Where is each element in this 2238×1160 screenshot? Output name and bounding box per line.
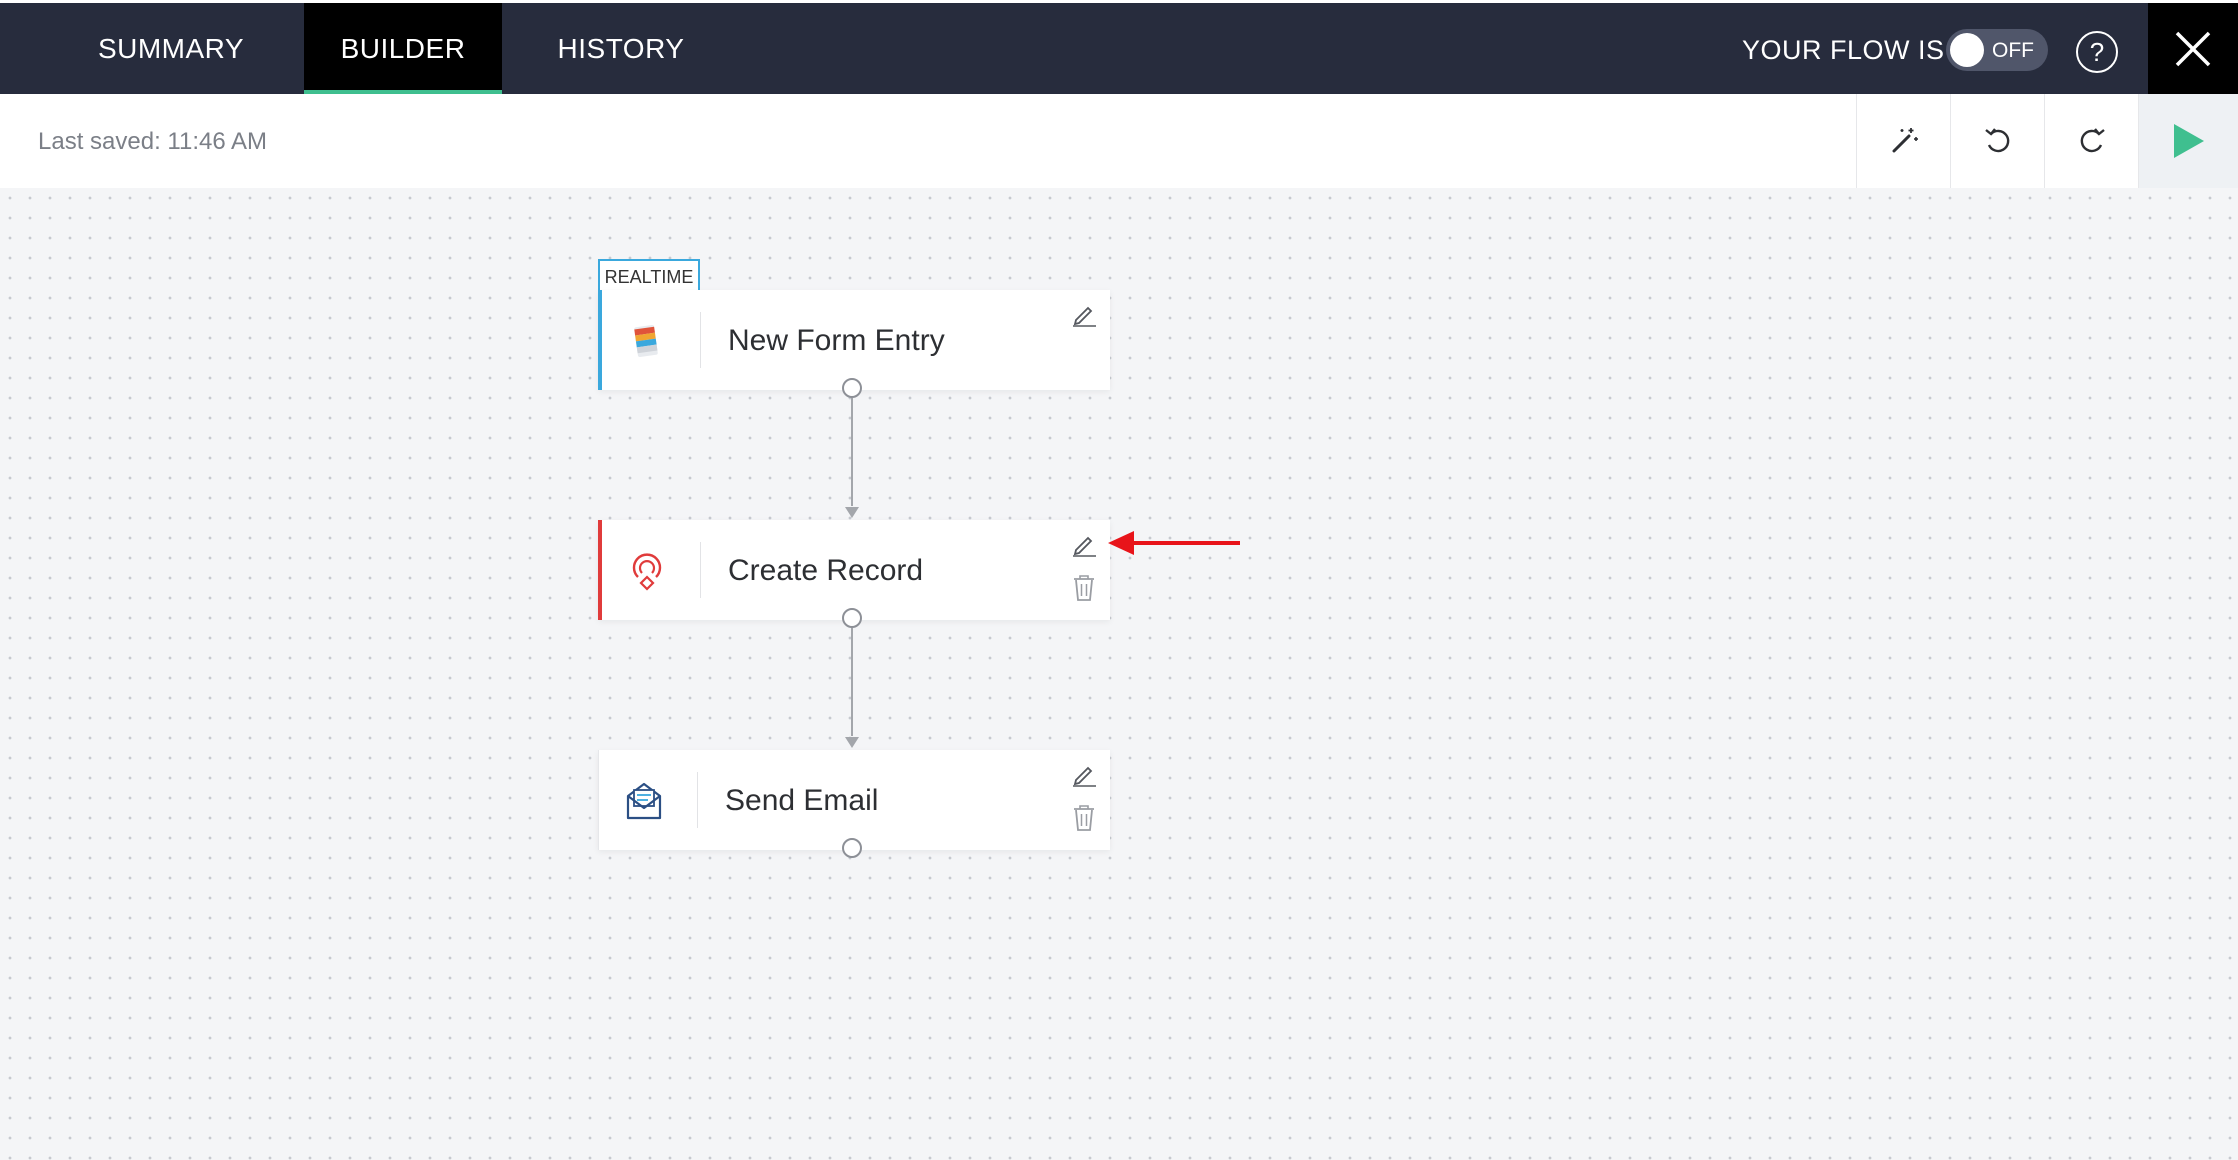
builder-toolbar: Last saved: 11:46 AM [0, 94, 2238, 188]
last-saved-text: Last saved: 11:46 AM [38, 128, 268, 155]
toggle-knob [1950, 33, 1984, 67]
delete-button[interactable] [1068, 572, 1100, 604]
node-send-email[interactable]: Send Email [598, 750, 1110, 850]
pencil-icon [1073, 766, 1096, 787]
connector-line [851, 398, 853, 506]
magic-wand-icon [1892, 128, 1918, 153]
node-divider [697, 772, 698, 828]
top-nav-bar: SUMMARY BUILDER HISTORY YOUR FLOW IS OFF… [0, 0, 2238, 94]
node-new-form-entry[interactable]: New Form Entry [598, 290, 1110, 390]
edit-button[interactable] [1068, 758, 1100, 790]
create-record-icon [624, 548, 670, 594]
node-label: Send Email [725, 784, 879, 817]
connector-arrowhead [845, 507, 859, 518]
undo-button[interactable] [1950, 94, 2044, 188]
output-port[interactable] [842, 378, 862, 398]
redo-button[interactable] [2044, 94, 2138, 188]
flow-status-label: YOUR FLOW IS [1742, 35, 1945, 65]
node-divider [700, 542, 701, 598]
delete-button[interactable] [1068, 802, 1100, 834]
output-port[interactable] [842, 608, 862, 628]
edit-button[interactable] [1068, 298, 1100, 330]
node-divider [700, 312, 701, 368]
connector-line [851, 628, 853, 736]
close-icon [2175, 31, 2211, 66]
trash-icon [1074, 805, 1094, 831]
form-app-icon [624, 318, 670, 364]
tab-history[interactable]: HISTORY [522, 3, 720, 94]
magic-wand-button[interactable] [1856, 94, 1950, 188]
help-button[interactable]: ? [2076, 31, 2118, 73]
node-label: Create Record [728, 554, 924, 587]
flow-canvas[interactable] [0, 188, 2238, 1160]
email-icon [621, 778, 667, 824]
flow-toggle[interactable]: OFF [1946, 29, 2048, 71]
toggle-state-text: OFF [1992, 39, 2034, 62]
run-flow-button[interactable] [2138, 94, 2238, 188]
node-label: New Form Entry [728, 324, 945, 357]
annotation-arrow-icon [1108, 531, 1240, 555]
trash-icon [1074, 575, 1094, 601]
pencil-icon [1073, 306, 1096, 327]
connector-arrowhead [845, 737, 859, 748]
pencil-icon [1073, 536, 1096, 557]
output-port[interactable] [842, 838, 862, 858]
tab-summary[interactable]: SUMMARY [60, 3, 282, 94]
redo-icon [2080, 128, 2105, 153]
tab-builder[interactable]: BUILDER [304, 3, 502, 94]
play-icon [2173, 124, 2204, 158]
close-button[interactable] [2148, 3, 2238, 94]
edit-button[interactable] [1068, 528, 1100, 560]
realtime-tag: REALTIME [598, 259, 700, 293]
node-create-record[interactable]: Create Record [598, 520, 1110, 620]
undo-icon [1984, 128, 2009, 153]
